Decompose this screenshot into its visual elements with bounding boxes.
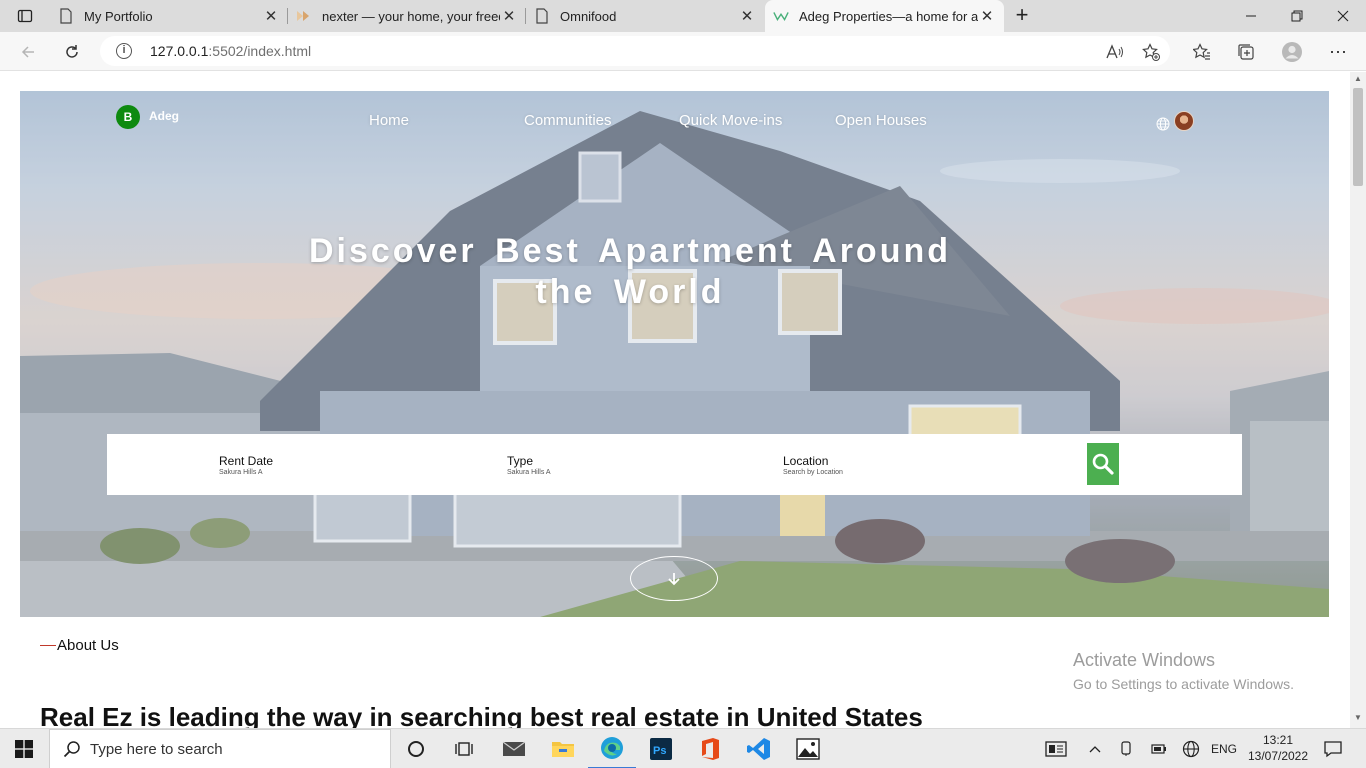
about-section-label: About Us — [40, 637, 119, 654]
brand-logo[interactable]: B Adeg — [116, 105, 179, 129]
page-scrollbar[interactable]: ▲ ▼ — [1350, 72, 1366, 728]
site-info-icon[interactable]: i — [116, 43, 132, 59]
field-label: Type — [507, 454, 534, 468]
close-tab-icon[interactable]: ✕ — [262, 7, 280, 25]
minimize-icon[interactable] — [1228, 0, 1274, 32]
show-hidden-icons-icon[interactable] — [1085, 729, 1105, 768]
clock-date: 13/07/2022 — [1247, 749, 1309, 763]
label-dash — [40, 645, 56, 646]
tab-title: Adeg Properties—a home for all — [799, 8, 978, 24]
favorites-icon[interactable] — [1188, 38, 1216, 66]
cortana-icon[interactable] — [392, 729, 440, 768]
address-bar[interactable]: i 127.0.0.1:5502/index.html — [100, 36, 1170, 66]
search-icon — [63, 741, 80, 758]
field-label: Rent Date — [219, 454, 274, 468]
read-aloud-icon[interactable] — [1101, 38, 1129, 66]
device-icon[interactable] — [1115, 729, 1137, 768]
page-icon — [58, 8, 74, 24]
page-icon — [534, 8, 550, 24]
network-globe-icon[interactable] — [1180, 729, 1202, 768]
scroll-down-arrow-icon[interactable]: ▼ — [1353, 713, 1363, 725]
field-value: Search by Location — [783, 469, 843, 476]
search-button[interactable] — [1087, 443, 1119, 485]
page-viewport: B Adeg Home Communities Quick Move-ins O… — [0, 72, 1350, 728]
close-window-icon[interactable] — [1320, 0, 1366, 32]
input-language[interactable]: ENG — [1209, 729, 1239, 768]
scroll-down-button[interactable] — [630, 556, 718, 601]
tab-title: Omnifood — [560, 8, 617, 24]
tab-my-portfolio[interactable]: My Portfolio ✕ — [50, 0, 288, 32]
clock-time: 13:21 — [1262, 733, 1294, 747]
back-icon[interactable] — [14, 38, 42, 66]
browser-tab-strip: My Portfolio ✕ nexter — your home, your … — [0, 0, 1366, 32]
adeg-favicon — [773, 8, 789, 24]
task-view-icon[interactable] — [440, 729, 488, 768]
hero-section: B Adeg Home Communities Quick Move-ins O… — [20, 91, 1329, 617]
news-widget-icon[interactable] — [1040, 729, 1072, 768]
search-icon — [1092, 453, 1114, 475]
nav-communities[interactable]: Communities — [524, 112, 612, 129]
scroll-up-arrow-icon[interactable]: ▲ — [1353, 74, 1363, 86]
nav-open-houses[interactable]: Open Houses — [835, 112, 927, 129]
office-icon[interactable] — [686, 729, 734, 768]
mail-icon[interactable] — [490, 729, 538, 768]
new-tab-button[interactable]: + — [1010, 4, 1034, 28]
type-field[interactable]: Type Sakura Hills A — [507, 454, 551, 476]
taskbar-search-placeholder: Type here to search — [90, 740, 223, 758]
rent-date-field[interactable]: Rent Date Sakura Hills A — [219, 454, 273, 476]
tab-adeg-properties[interactable]: Adeg Properties—a home for all ✕ — [765, 0, 1004, 32]
system-clock[interactable]: 13:21 13/07/2022 — [1245, 732, 1311, 764]
hero-title: Discover Best Apartment Around the World — [308, 232, 952, 311]
tab-actions-icon[interactable] — [6, 3, 44, 29]
nexter-favicon — [296, 8, 312, 24]
scrollbar-thumb[interactable] — [1353, 88, 1363, 186]
about-label-text: About Us — [57, 637, 119, 654]
close-tab-icon[interactable]: ✕ — [978, 7, 996, 25]
field-label: Location — [783, 454, 829, 468]
restore-icon[interactable] — [1274, 0, 1320, 32]
property-search-bar: Rent Date Sakura Hills A Type Sakura Hil… — [107, 434, 1242, 495]
edge-browser-icon[interactable] — [588, 729, 636, 768]
location-field[interactable]: Location Search by Location — [783, 454, 843, 476]
close-tab-icon[interactable]: ✕ — [500, 7, 518, 25]
arrow-down-icon — [668, 572, 680, 585]
tab-nexter[interactable]: nexter — your home, your freedom ✕ — [288, 0, 526, 32]
browser-toolbar: i 127.0.0.1:5502/index.html ⋯ — [0, 32, 1366, 71]
vscode-icon[interactable] — [735, 729, 783, 768]
photoshop-icon[interactable]: Ps — [637, 729, 685, 768]
globe-icon[interactable] — [1156, 117, 1170, 131]
url-text[interactable]: 127.0.0.1:5502/index.html — [150, 43, 311, 59]
brand-badge: B — [116, 105, 140, 129]
watermark-subtitle: Go to Settings to activate Windows. — [1073, 676, 1294, 692]
photos-icon[interactable] — [784, 729, 832, 768]
collections-icon[interactable] — [1232, 38, 1260, 66]
svg-text:Ps: Ps — [653, 745, 666, 757]
taskbar-search-box[interactable]: Type here to search — [49, 729, 391, 768]
windows-start-icon[interactable] — [0, 729, 48, 768]
profile-icon[interactable] — [1278, 38, 1306, 66]
tab-omnifood[interactable]: Omnifood ✕ — [526, 0, 764, 32]
tab-title: nexter — your home, your freedom — [322, 8, 500, 24]
about-heading: Real Ez is leading the way in searching … — [40, 702, 923, 728]
nav-quick-move-ins[interactable]: Quick Move-ins — [679, 112, 782, 129]
close-tab-icon[interactable]: ✕ — [738, 7, 756, 25]
activate-windows-watermark: Activate Windows Go to Settings to activ… — [1073, 650, 1294, 692]
user-avatar[interactable] — [1174, 111, 1194, 131]
add-favorite-icon[interactable] — [1137, 38, 1165, 66]
battery-icon[interactable] — [1148, 729, 1170, 768]
hero-overlay — [20, 91, 1329, 617]
tab-title: My Portfolio — [84, 8, 153, 24]
field-value: Sakura Hills A — [507, 469, 551, 476]
brand-name: Adeg — [149, 109, 179, 123]
file-explorer-icon[interactable] — [539, 729, 587, 768]
more-options-icon[interactable]: ⋯ — [1324, 38, 1352, 66]
windows-taskbar: Type here to search Ps ENG 13:21 13/07/2… — [0, 728, 1366, 768]
refresh-icon[interactable] — [58, 38, 86, 66]
nav-home[interactable]: Home — [369, 112, 409, 129]
notifications-icon[interactable] — [1320, 729, 1346, 768]
field-value: Sakura Hills A — [219, 469, 263, 476]
watermark-title: Activate Windows — [1073, 650, 1216, 670]
